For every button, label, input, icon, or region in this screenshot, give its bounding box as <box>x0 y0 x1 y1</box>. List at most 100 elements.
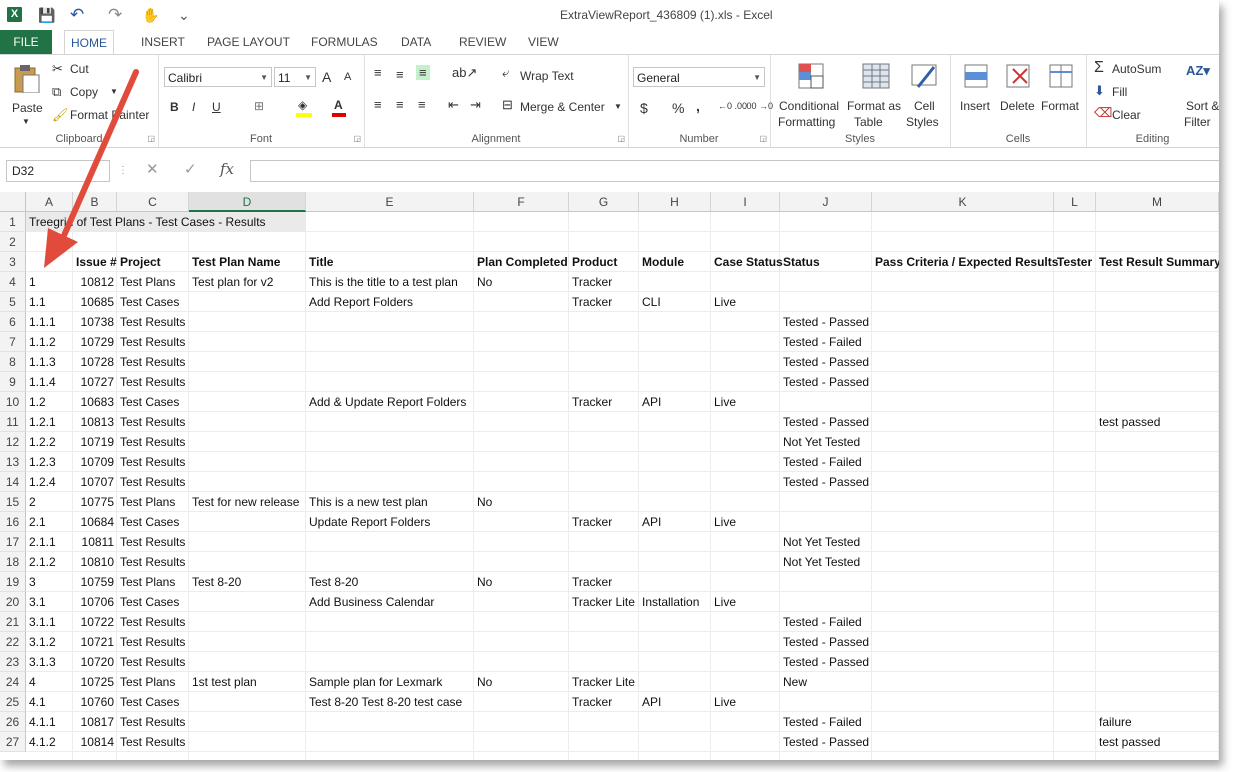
shrink-font-button[interactable]: A <box>344 71 351 83</box>
paste-button[interactable]: Paste ▼ <box>6 61 46 131</box>
cell-c15[interactable]: Test Plans <box>117 492 189 512</box>
number-launcher-icon[interactable]: ◲ <box>759 134 767 143</box>
cell-c6[interactable]: Test Results <box>117 312 189 332</box>
copy-dropdown-icon[interactable]: ▼ <box>110 87 118 96</box>
name-box[interactable]: D32 <box>6 160 110 182</box>
fill-color-icon[interactable]: ◈ <box>298 98 307 112</box>
cell-styles-button[interactable]: Cell Styles <box>902 59 948 129</box>
row-header[interactable]: 2 <box>0 232 26 252</box>
column-header-j[interactable]: J <box>780 192 872 212</box>
cell-i20[interactable]: Live <box>711 592 780 612</box>
cell-j13[interactable]: Tested - Failed <box>780 452 872 472</box>
column-header-g[interactable]: G <box>569 192 639 212</box>
insert-function-button[interactable]: fx <box>220 160 234 178</box>
cell-g16[interactable]: Tracker <box>569 512 639 532</box>
row-header[interactable]: 5 <box>0 292 26 312</box>
cell-i16[interactable]: Live <box>711 512 780 532</box>
cell-g5[interactable]: Tracker <box>569 292 639 312</box>
cell-j21[interactable]: Tested - Failed <box>780 612 872 632</box>
cell-a27[interactable]: 4.1.2 <box>26 732 73 752</box>
cell-c26[interactable]: Test Results <box>117 712 189 732</box>
format-painter-button[interactable]: Format Painter <box>70 108 149 122</box>
cell-j7[interactable]: Tested - Failed <box>780 332 872 352</box>
cell-f24[interactable]: No <box>474 672 569 692</box>
cell-f3[interactable]: Plan Completed <box>474 252 569 272</box>
tab-formulas[interactable]: FORMULAS <box>305 30 384 54</box>
column-header-b[interactable]: B <box>73 192 117 212</box>
cell-b11[interactable]: 10813 <box>73 412 117 432</box>
cell-a4[interactable]: 1 <box>26 272 73 292</box>
cell-b24[interactable]: 10725 <box>73 672 117 692</box>
row-header[interactable]: 6 <box>0 312 26 332</box>
cell-g19[interactable]: Tracker <box>569 572 639 592</box>
autosum-button[interactable]: AutoSum <box>1112 62 1161 76</box>
cell-a26[interactable]: 4.1.1 <box>26 712 73 732</box>
column-header-e[interactable]: E <box>306 192 474 212</box>
cell-b27[interactable]: 10814 <box>73 732 117 752</box>
cell-b15[interactable]: 10775 <box>73 492 117 512</box>
alignment-launcher-icon[interactable]: ◲ <box>617 134 625 143</box>
cell-e3[interactable]: Title <box>306 252 474 272</box>
cell-e20[interactable]: Add Business Calendar <box>306 592 474 612</box>
cell-b26[interactable]: 10817 <box>73 712 117 732</box>
row-header[interactable]: 23 <box>0 652 26 672</box>
cell-j27[interactable]: Tested - Passed <box>780 732 872 752</box>
cell-m3[interactable]: Test Result Summary <box>1096 252 1219 272</box>
cell-c5[interactable]: Test Cases <box>117 292 189 312</box>
cell-d24[interactable]: 1st test plan <box>189 672 306 692</box>
cell-b23[interactable]: 10720 <box>73 652 117 672</box>
number-format-combo[interactable]: General ▼ <box>633 67 765 87</box>
delete-cells-button[interactable]: Delete <box>998 59 1038 129</box>
font-launcher-icon[interactable]: ◲ <box>353 134 361 143</box>
cell-j14[interactable]: Tested - Passed <box>780 472 872 492</box>
cell-b18[interactable]: 10810 <box>73 552 117 572</box>
row-header[interactable]: 13 <box>0 452 26 472</box>
cell-e16[interactable]: Update Report Folders <box>306 512 474 532</box>
cell-d3[interactable]: Test Plan Name <box>189 252 306 272</box>
cell-b8[interactable]: 10728 <box>73 352 117 372</box>
formula-input[interactable] <box>250 160 1219 182</box>
cell-c27[interactable]: Test Results <box>117 732 189 752</box>
cell-a24[interactable]: 4 <box>26 672 73 692</box>
cell-a10[interactable]: 1.2 <box>26 392 73 412</box>
cell-c14[interactable]: Test Results <box>117 472 189 492</box>
align-left-icon[interactable]: ≡ <box>374 97 382 112</box>
cell-b4[interactable]: 10812 <box>73 272 117 292</box>
cell-e15[interactable]: This is a new test plan <box>306 492 474 512</box>
cell-c18[interactable]: Test Results <box>117 552 189 572</box>
cell-a22[interactable]: 3.1.2 <box>26 632 73 652</box>
cell-c24[interactable]: Test Plans <box>117 672 189 692</box>
font-color-button[interactable]: A <box>334 98 343 112</box>
cut-button[interactable]: Cut <box>70 62 89 76</box>
comma-button[interactable]: , <box>696 98 700 114</box>
cell-c13[interactable]: Test Results <box>117 452 189 472</box>
cell-a23[interactable]: 3.1.3 <box>26 652 73 672</box>
cell-f19[interactable]: No <box>474 572 569 592</box>
cell-c4[interactable]: Test Plans <box>117 272 189 292</box>
cell-a9[interactable]: 1.1.4 <box>26 372 73 392</box>
cell-j23[interactable]: Tested - Passed <box>780 652 872 672</box>
cell-g24[interactable]: Tracker Lite <box>569 672 639 692</box>
cell-b25[interactable]: 10760 <box>73 692 117 712</box>
customize-qat-icon[interactable]: ⌄ <box>178 6 190 24</box>
increase-indent-icon[interactable]: ⇥ <box>470 97 481 113</box>
cell-g25[interactable]: Tracker <box>569 692 639 712</box>
cell-c16[interactable]: Test Cases <box>117 512 189 532</box>
format-cells-button[interactable]: Format <box>1040 59 1084 129</box>
cell-j6[interactable]: Tested - Passed <box>780 312 872 332</box>
cell-e24[interactable]: Sample plan for Lexmark <box>306 672 474 692</box>
column-header-h[interactable]: H <box>639 192 711 212</box>
row-header[interactable]: 22 <box>0 632 26 652</box>
percent-button[interactable]: % <box>672 100 684 116</box>
cell-c12[interactable]: Test Results <box>117 432 189 452</box>
cell-h20[interactable]: Installation <box>639 592 711 612</box>
column-header-d[interactable]: D <box>189 192 306 212</box>
column-header-k[interactable]: K <box>872 192 1054 212</box>
cell-j9[interactable]: Tested - Passed <box>780 372 872 392</box>
row-header[interactable]: 18 <box>0 552 26 572</box>
cell-a14[interactable]: 1.2.4 <box>26 472 73 492</box>
cell-a25[interactable]: 4.1 <box>26 692 73 712</box>
cell-c3[interactable]: Project <box>117 252 189 272</box>
clear-button[interactable]: Clear <box>1112 108 1141 122</box>
cell-c17[interactable]: Test Results <box>117 532 189 552</box>
